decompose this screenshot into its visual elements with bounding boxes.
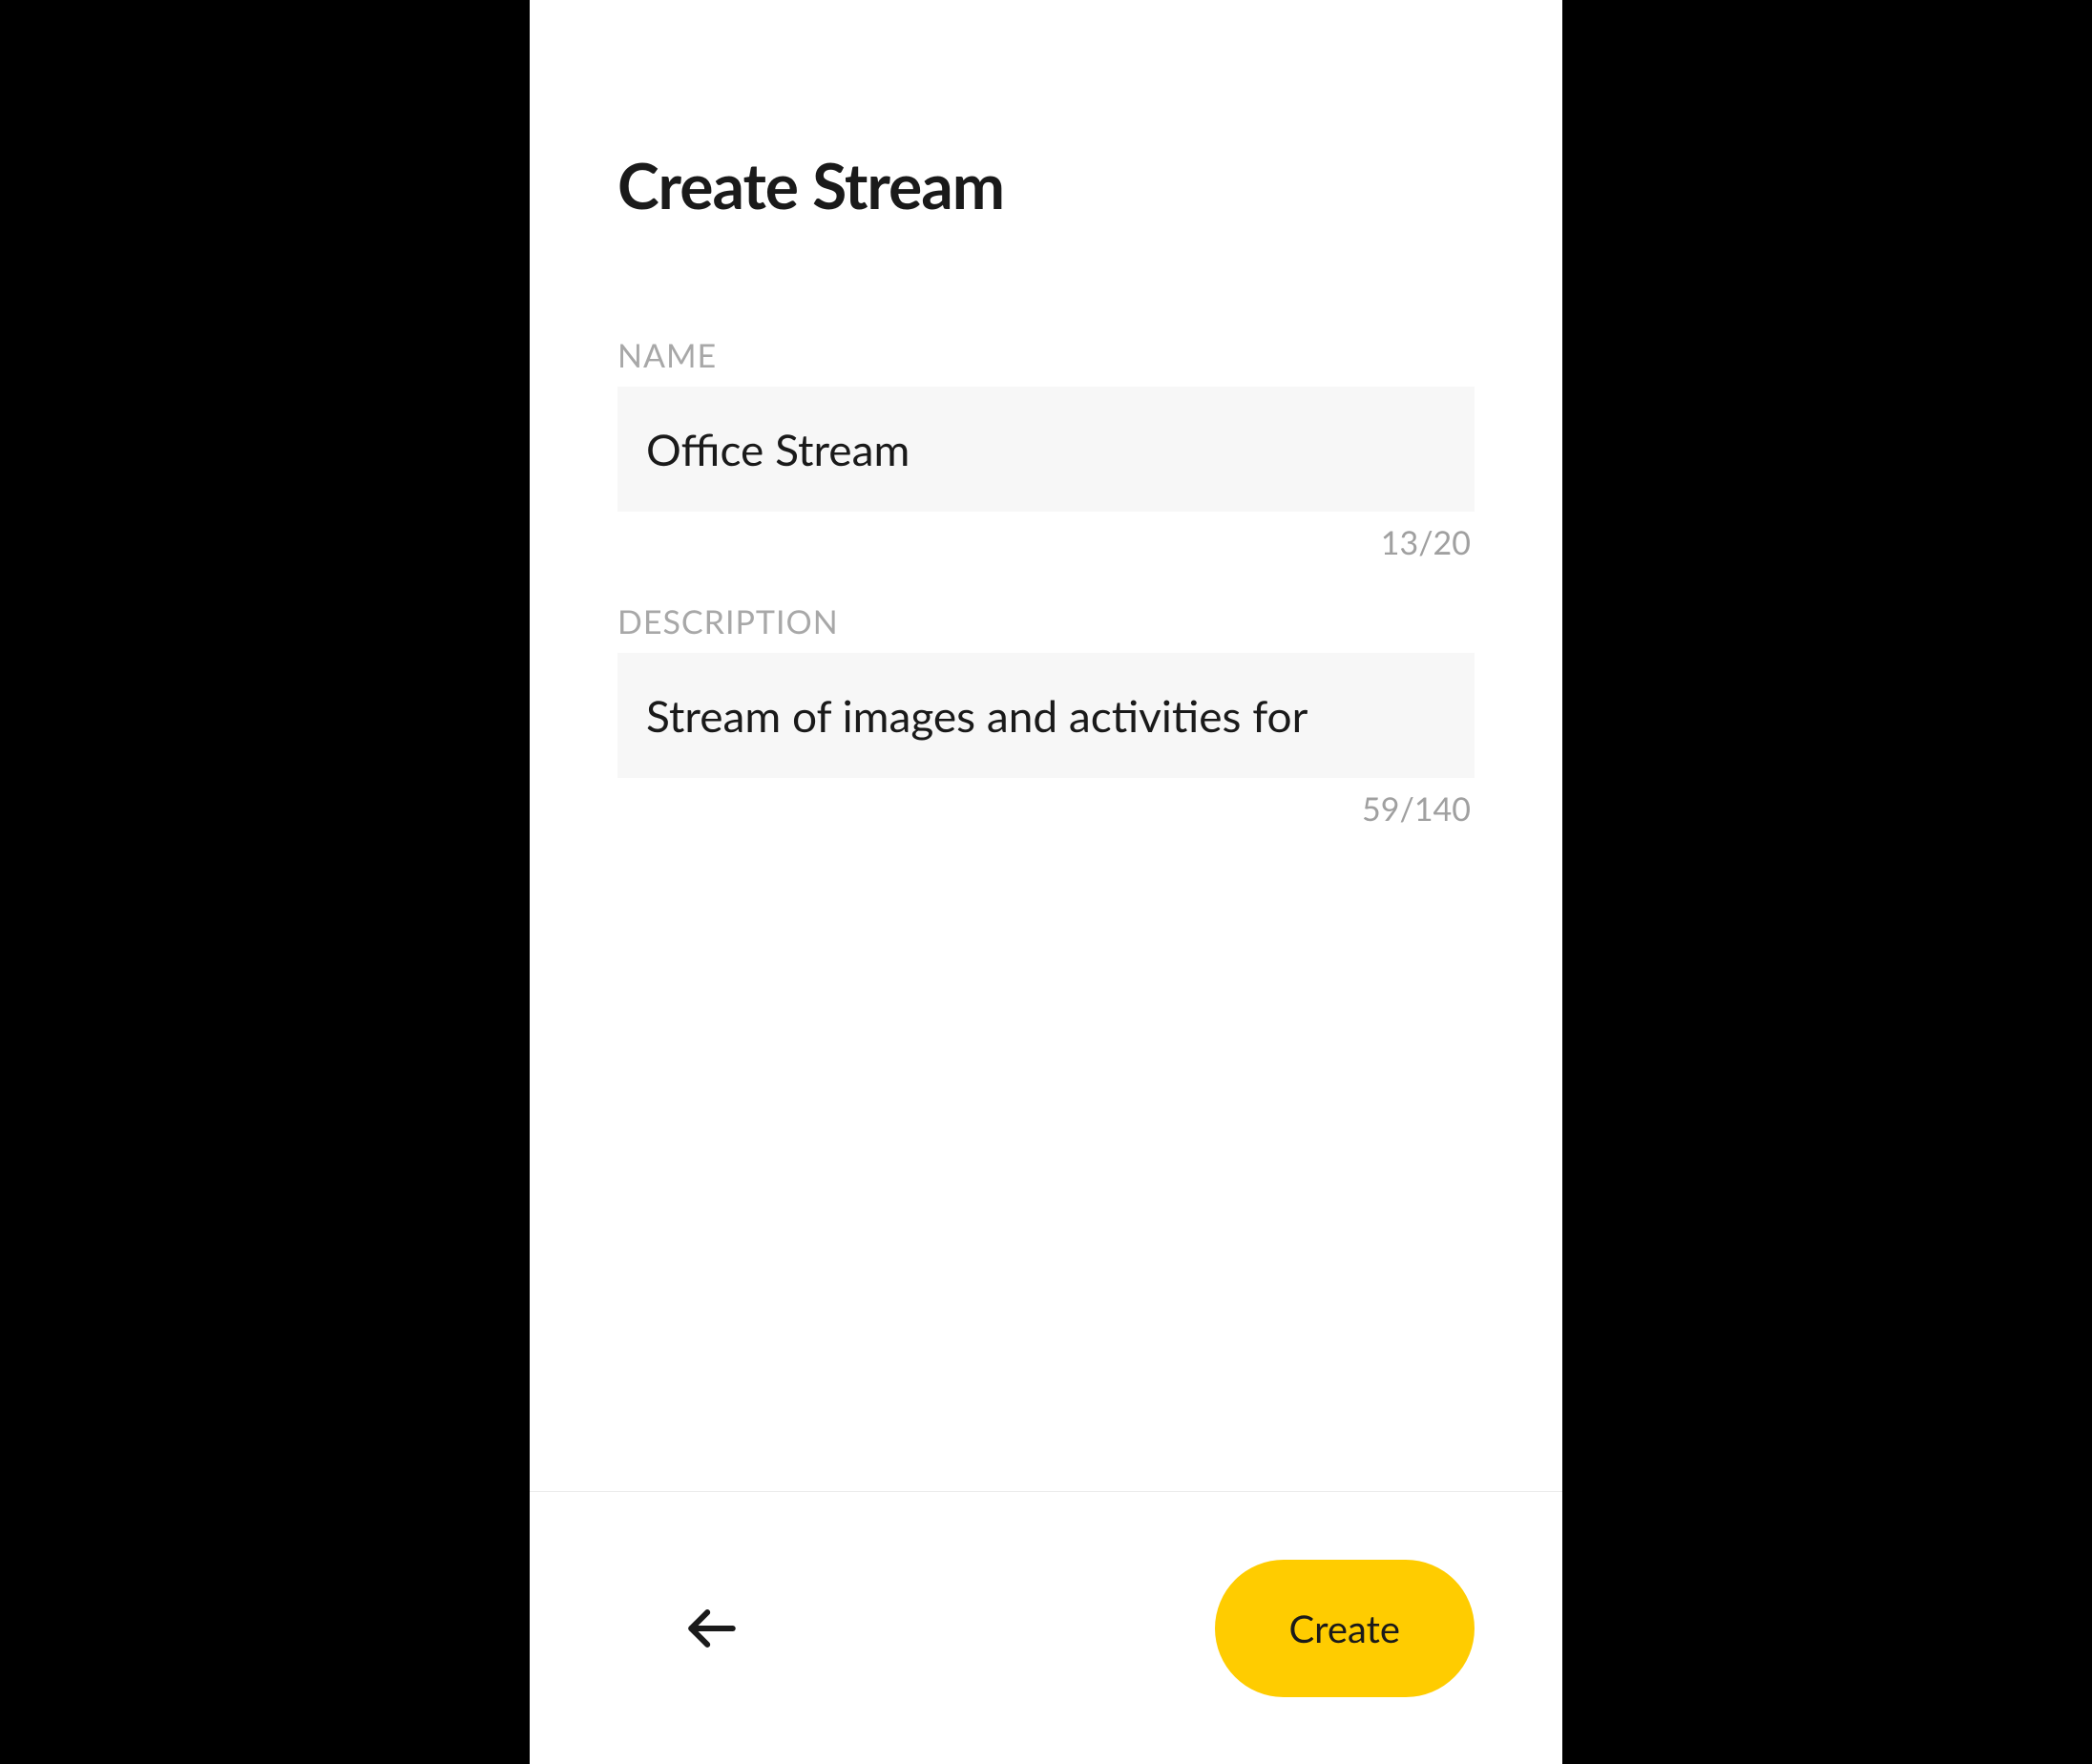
bottom-bar: Create [530,1491,1562,1764]
arrow-left-icon [684,1601,740,1656]
create-button[interactable]: Create [1215,1560,1475,1697]
back-button[interactable] [665,1582,759,1675]
description-input[interactable] [617,653,1475,778]
name-input[interactable] [617,387,1475,512]
content-area: Create Stream NAME 13/20 DESCRIPTION 59/… [530,0,1562,1491]
page-title: Create Stream [617,148,1475,223]
create-stream-screen: Create Stream NAME 13/20 DESCRIPTION 59/… [530,0,1562,1764]
name-field-group: NAME 13/20 [617,336,1475,562]
description-field-group: DESCRIPTION 59/140 [617,602,1475,829]
name-char-counter: 13/20 [617,523,1475,562]
name-field-label: NAME [617,336,1475,375]
description-field-label: DESCRIPTION [617,602,1475,641]
description-char-counter: 59/140 [617,789,1475,829]
